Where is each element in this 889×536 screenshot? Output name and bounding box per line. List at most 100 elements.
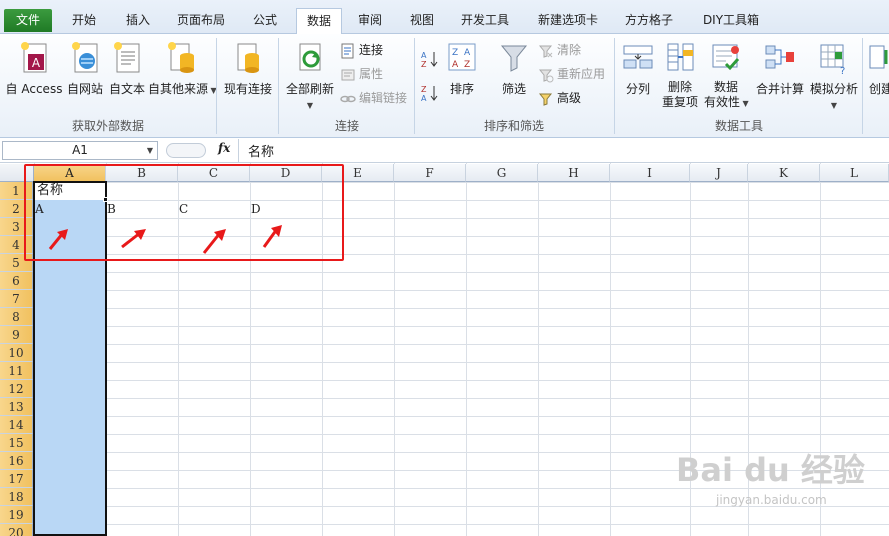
properties-button[interactable]: 属性 (340, 64, 383, 84)
red-arrow-icon (262, 225, 282, 248)
filter-label: 筛选 (501, 82, 526, 96)
formula-bar: A1 ▼ fx 名称 (0, 139, 889, 163)
from-other-sources-button[interactable]: 自其他来源 ▼ (148, 40, 217, 97)
filter-button[interactable]: 筛选 (494, 40, 534, 97)
from-web-button[interactable]: 自网站 (64, 40, 106, 97)
group-separator (614, 38, 615, 134)
row-header-12[interactable]: 12 (0, 380, 33, 398)
column-header-i[interactable]: I (610, 164, 690, 182)
connections-button[interactable]: 连接 (340, 40, 383, 60)
tab-developer[interactable]: 开发工具 (452, 8, 518, 34)
refresh-all-button[interactable]: 全部刷新 ▼ (282, 40, 338, 111)
row-header-20[interactable]: 20 (0, 524, 33, 536)
what-if-analysis-icon: ? (820, 44, 845, 76)
dropdown-arrow-icon: ▼ (306, 101, 314, 110)
tab-review[interactable]: 审阅 (348, 8, 392, 34)
row-header-9[interactable]: 9 (0, 326, 33, 344)
text-file-icon (114, 42, 140, 73)
sort-button[interactable]: ZAAZ 排序 (442, 40, 482, 97)
group-separator (414, 38, 415, 134)
advanced-filter-button[interactable]: 高级 (538, 88, 581, 108)
dropdown-arrow-icon[interactable]: ▼ (147, 142, 153, 159)
svg-text:A: A (421, 94, 427, 103)
clear-filter-icon (538, 45, 553, 58)
column-header-g[interactable]: G (466, 164, 538, 182)
funnel-icon (500, 45, 528, 72)
data-validation-button[interactable]: 数据 有效性 ▼ (704, 40, 749, 111)
text-to-columns-button[interactable]: 分列 (618, 40, 658, 97)
tab-formulas[interactable]: 公式 (242, 8, 288, 34)
tab-diy-toolbox[interactable]: DIY工具箱 (694, 8, 768, 34)
formula-input[interactable]: 名称 (248, 141, 274, 160)
data-validation-label-2: 有效性 ▼ (704, 95, 749, 109)
edit-links-button[interactable]: 编辑链接 (340, 88, 407, 108)
tab-data[interactable]: 数据 (296, 8, 342, 35)
existing-connections-label: 现有连接 (223, 82, 272, 96)
row-header-18[interactable]: 18 (0, 488, 33, 506)
properties-icon (341, 69, 355, 80)
column-header-h[interactable]: H (538, 164, 610, 182)
row-header-7[interactable]: 7 (0, 290, 33, 308)
dropdown-arrow-icon: ▼ (740, 99, 749, 108)
reapply-button[interactable]: 重新应用 (538, 64, 605, 84)
row-header-13[interactable]: 13 (0, 398, 33, 416)
column-header-l[interactable]: L (820, 164, 889, 182)
tab-file[interactable]: 文件 (4, 9, 52, 32)
tab-insert[interactable]: 插入 (114, 8, 162, 34)
group-title-connections: 连接 (334, 119, 359, 133)
highlight-box (24, 164, 344, 261)
watermark-url: jingyan.baidu.com (716, 493, 827, 507)
column-header-k[interactable]: K (748, 164, 820, 182)
sort-ascending-button[interactable]: AZ (420, 48, 443, 69)
svg-text:Z: Z (452, 48, 458, 58)
row-header-11[interactable]: 11 (0, 362, 33, 380)
row-header-8[interactable]: 8 (0, 308, 33, 326)
existing-connections-button[interactable]: 现有连接 (220, 40, 276, 97)
row-header-19[interactable]: 19 (0, 506, 33, 524)
from-access-button[interactable]: A 自 Access (4, 40, 64, 97)
remove-duplicates-button[interactable]: 删除 重复项 (660, 40, 700, 110)
column-header-j[interactable]: J (690, 164, 748, 182)
row-header-17[interactable]: 17 (0, 470, 33, 488)
consolidate-button[interactable]: 合并计算 (752, 40, 808, 97)
from-text-label: 自文本 (108, 82, 145, 96)
row-header-15[interactable]: 15 (0, 434, 33, 452)
row-header-16[interactable]: 16 (0, 452, 33, 470)
group-title-sort-filter: 排序和筛选 (483, 119, 544, 133)
formula-bar-splitter[interactable] (166, 143, 206, 158)
what-if-analysis-label: 模拟分析 (809, 82, 858, 96)
clear-filter-button[interactable]: 清除 (538, 40, 581, 60)
group-separator (862, 38, 863, 134)
svg-text:Z: Z (464, 60, 470, 70)
text-to-columns-label: 分列 (625, 82, 650, 96)
row-header-6[interactable]: 6 (0, 272, 33, 290)
group-icon (869, 45, 888, 69)
svg-text:?: ? (840, 66, 845, 76)
group-title-get-external-data: 获取外部数据 (71, 119, 144, 133)
row-header-14[interactable]: 14 (0, 416, 33, 434)
data-validation-label-1: 数据 (713, 80, 738, 94)
tab-home[interactable]: 开始 (60, 8, 108, 34)
insert-function-icon[interactable]: fx (218, 141, 230, 155)
sort-za-icon: ZA (421, 85, 438, 103)
consolidate-label: 合并计算 (755, 82, 804, 96)
row-header-10[interactable]: 10 (0, 344, 33, 362)
sort-label: 排序 (449, 82, 474, 96)
worksheet-grid: ABCDEFGHIJKL 1 2 3 4 5 6 7 8 9 10 11 12 13 14 15 16 17 18… (0, 163, 889, 536)
remove-duplicates-label-2: 重复项 (661, 95, 698, 109)
what-if-analysis-button[interactable]: ? 模拟分析 ▼ (806, 40, 862, 111)
group-separator (278, 38, 279, 134)
red-arrow-icon (202, 229, 226, 254)
column-header-f[interactable]: F (394, 164, 466, 182)
watermark-brand: Bai du 经验 (676, 451, 865, 489)
advanced-filter-icon (538, 93, 553, 106)
from-text-button[interactable]: 自文本 (106, 40, 148, 97)
tab-new-tab[interactable]: 新建选项卡 (530, 8, 606, 34)
tab-fangfang[interactable]: 方方格子 (618, 8, 680, 34)
name-box[interactable]: A1 ▼ (2, 141, 158, 160)
connections-icon (341, 43, 354, 58)
sort-descending-button[interactable]: ZA (420, 82, 443, 103)
tab-page-layout[interactable]: 页面布局 (170, 8, 232, 34)
tab-view[interactable]: 视图 (400, 8, 444, 34)
create-group-button[interactable]: 创建 (866, 40, 889, 97)
